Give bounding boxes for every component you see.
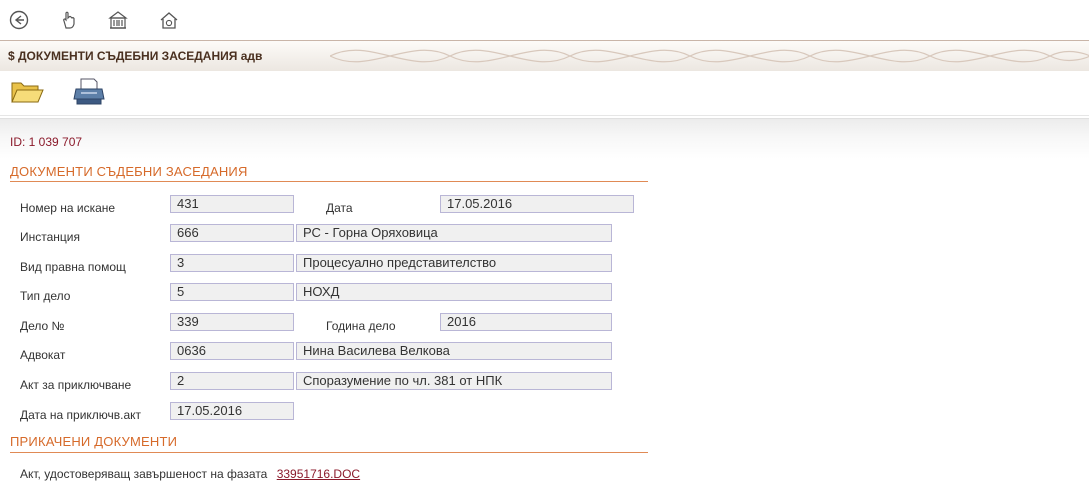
legal-aid-type-label: Вид правна помощ [20,260,126,274]
lawyer-name-field[interactable]: Нина Василева Велкова [296,342,612,360]
date-label: Дата [326,201,353,215]
case-number-field[interactable]: 339 [170,313,294,331]
section-title-attachments: ПРИКАЧЕНИ ДОКУМЕНТИ [10,434,178,449]
toolbar [0,71,1089,116]
request-number-field[interactable]: 431 [170,195,294,213]
instance-name-field[interactable]: РС - Горна Оряховица [296,224,612,242]
case-type-name-field[interactable]: НОХД [296,283,612,301]
attachment-row: Акт, удостоверяващ завършеност на фазата… [20,467,360,481]
closing-act-code-field[interactable]: 2 [170,372,294,390]
case-year-field[interactable]: 2016 [440,313,612,331]
closing-act-label: Акт за приключване [20,378,132,392]
home-icon[interactable] [158,9,180,31]
section-divider [10,181,648,182]
attachment-file-link[interactable]: 33951716.DOC [277,467,360,481]
section-title-documents: ДОКУМЕНТИ СЪДЕБНИ ЗАСЕДАНИЯ [10,164,248,179]
date-field[interactable]: 17.05.2016 [440,195,634,213]
top-navigation [0,0,1089,40]
case-type-label: Тип дело [20,289,71,303]
back-icon[interactable] [8,9,30,31]
record-id-bar: ID: 1 039 707 [0,118,1089,159]
hand-pointer-icon[interactable] [58,9,80,31]
printer-icon[interactable] [72,77,106,107]
legal-aid-type-code-field[interactable]: 3 [170,254,294,272]
section-divider [10,452,648,453]
open-folder-icon[interactable] [10,77,44,107]
building-icon[interactable] [107,9,129,31]
window-title-bar: $ ДОКУМЕНТИ СЪДЕБНИ ЗАСЕДАНИЯ адв [0,40,1089,72]
closing-act-date-label: Дата на приключв.акт [20,408,142,422]
lawyer-label: Адвокат [20,348,66,362]
attachment-label: Акт, удостоверяващ завършеност на фазата [20,467,268,481]
case-number-label: Дело № [20,319,65,333]
closing-act-name-field[interactable]: Споразумение по чл. 381 от НПК [296,372,612,390]
closing-act-date-field[interactable]: 17.05.2016 [170,402,294,420]
instance-code-field[interactable]: 666 [170,224,294,242]
case-year-label: Година дело [326,319,396,333]
decorative-ornament [330,49,1089,63]
instance-label: Инстанция [20,230,80,244]
lawyer-code-field[interactable]: 0636 [170,342,294,360]
page-title: $ ДОКУМЕНТИ СЪДЕБНИ ЗАСЕДАНИЯ адв [8,49,263,63]
request-number-label: Номер на искане [20,201,116,215]
record-id: ID: 1 039 707 [10,135,83,149]
case-type-code-field[interactable]: 5 [170,283,294,301]
legal-aid-type-name-field[interactable]: Процесуално представителство [296,254,612,272]
